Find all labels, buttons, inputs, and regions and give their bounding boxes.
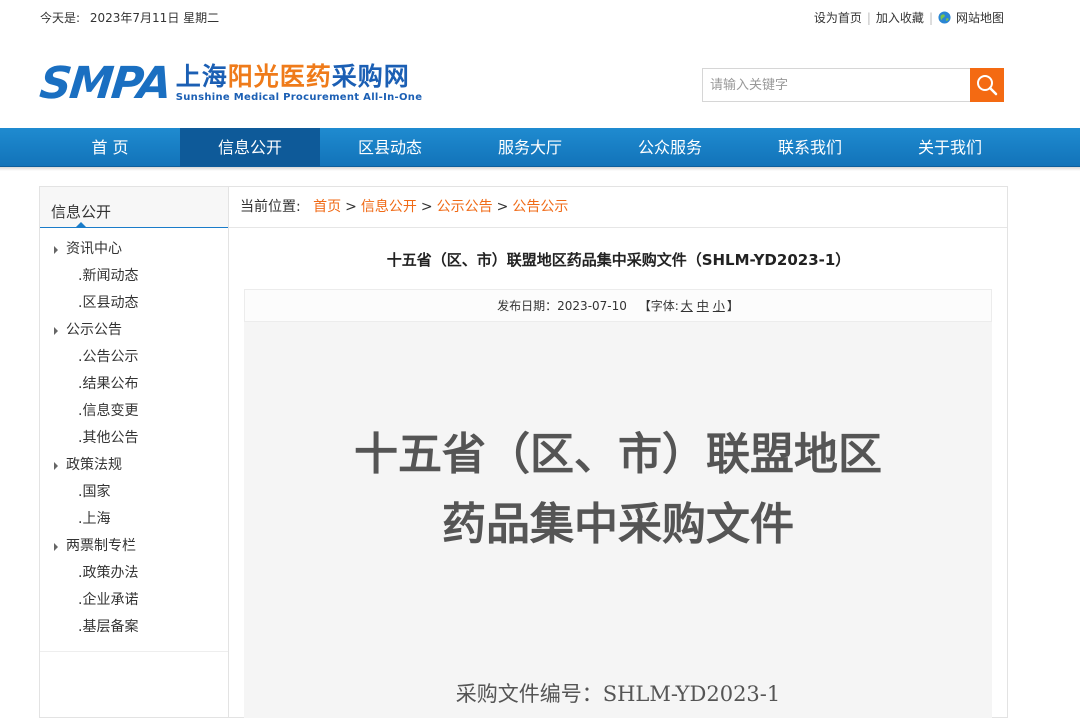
breadcrumb-separator: > — [420, 199, 433, 215]
document-number: 采购文件编号：SHLM-YD2023-1 — [455, 682, 781, 706]
document-title-line-2: 药品集中采购文件 — [442, 499, 794, 550]
search-icon — [977, 75, 998, 96]
sidebar-title: 信息公开 — [51, 203, 112, 221]
content-panel: 当前位置: 首页 > 信息公开 > 公示公告 > 公告公示 十五省（区、市）联盟地区药品集中… — [229, 186, 1008, 718]
current-date: 今天是: 2023年7月11日 星期二 — [40, 9, 219, 26]
logo-cn-3: 采购网 — [331, 62, 410, 91]
sidebar-item-policies[interactable]: 政策法规 — [40, 452, 228, 479]
sidebar-item-label: 两票制专栏 — [66, 538, 136, 554]
publish-date: 2023-07-10 — [557, 299, 627, 313]
sidebar-item-changes[interactable]: .信息变更 — [40, 398, 228, 425]
article-body: 十五省（区、市）联盟地区 药品集中采购文件 采购文件编号：SHLM-YD2023… — [244, 322, 992, 718]
triangle-right-icon — [54, 246, 58, 254]
sidebar-item-two-invoice[interactable]: 两票制专栏 — [40, 533, 228, 560]
breadcrumb-home[interactable]: 首页 — [313, 199, 341, 215]
add-favorite-link[interactable]: 加入收藏 — [876, 9, 924, 26]
sidebar-bottom — [40, 651, 228, 717]
search-box — [702, 68, 1004, 102]
breadcrumb-notices[interactable]: 公告公示 — [512, 199, 568, 215]
breadcrumb-announcements[interactable]: 公示公告 — [437, 199, 493, 215]
logo-cn-1: 上海 — [175, 62, 228, 91]
sitemap-link[interactable]: 网站地图 — [956, 9, 1004, 26]
logo-abbr: SMPA — [37, 58, 173, 109]
caret-up-icon — [76, 222, 86, 227]
sidebar-item-notices[interactable]: .公告公示 — [40, 344, 228, 371]
nav-shadow — [0, 167, 1080, 171]
sidebar-item-label: 政策法规 — [66, 457, 122, 473]
sidebar-menu: 资讯中心 .新闻动态 .区县动态 公示公告 .公告公示 .结果公布 .信息变更 … — [40, 228, 228, 641]
font-size-suffix: 】 — [726, 299, 739, 313]
sidebar-item-label: 资讯中心 — [66, 241, 122, 257]
globe-icon — [938, 11, 951, 24]
sidebar-item-shanghai[interactable]: .上海 — [40, 506, 228, 533]
sidebar: 信息公开 资讯中心 .新闻动态 .区县动态 公示公告 .公告公示 .结果公布 .… — [39, 186, 229, 718]
triangle-right-icon — [54, 462, 58, 470]
nav-home[interactable]: 首 页 — [40, 128, 180, 167]
font-size-medium[interactable]: 中 — [697, 299, 709, 313]
breadcrumb-info-disclosure[interactable]: 信息公开 — [361, 199, 417, 215]
sidebar-item-news-center[interactable]: 资讯中心 — [40, 236, 228, 263]
nav-about-us[interactable]: 关于我们 — [880, 128, 1020, 167]
top-links: 设为首页 | 加入收藏 | 网站地图 — [814, 9, 1004, 26]
nav-contact-us[interactable]: 联系我们 — [740, 128, 880, 167]
font-size-large[interactable]: 大 — [681, 299, 693, 313]
document-title-line-1: 十五省（区、市）联盟地区 — [354, 429, 882, 480]
sidebar-item-results[interactable]: .结果公布 — [40, 371, 228, 398]
triangle-right-icon — [54, 543, 58, 551]
set-homepage-link[interactable]: 设为首页 — [814, 9, 862, 26]
top-bar: 今天是: 2023年7月11日 星期二 设为首页 | 加入收藏 | 网站地图 — [0, 0, 1080, 34]
date-label: 今天是: — [40, 11, 81, 25]
date-value: 2023年7月11日 星期二 — [89, 11, 220, 25]
logo-cn-2: 阳光医药 — [227, 62, 332, 91]
font-size-prefix: 【字体: — [638, 299, 679, 313]
sidebar-item-national[interactable]: .国家 — [40, 479, 228, 506]
breadcrumb-separator: > — [345, 199, 357, 215]
sidebar-header: 信息公开 — [40, 187, 228, 228]
search-button[interactable] — [970, 68, 1004, 102]
sidebar-item-other-notices[interactable]: .其他公告 — [40, 425, 228, 452]
sidebar-item-enterprise-commitment[interactable]: .企业承诺 — [40, 587, 228, 614]
sidebar-item-policy-methods[interactable]: .政策办法 — [40, 560, 228, 587]
article-meta: 发布日期：2023-07-10 【字体: 大中小】 — [244, 289, 992, 322]
main-nav: 首 页 信息公开 区县动态 服务大厅 公众服务 联系我们 关于我们 — [0, 128, 1080, 171]
publish-date-label: 发布日期： — [497, 299, 558, 313]
sidebar-item-announcements[interactable]: 公示公告 — [40, 317, 228, 344]
breadcrumb: 当前位置: 首页 > 信息公开 > 公示公告 > 公告公示 — [229, 187, 1007, 228]
nav-public-service[interactable]: 公众服务 — [600, 128, 740, 167]
header: SMPA 上海阳光医药采购网 Sunshine Medical Procurem… — [0, 34, 1080, 128]
breadcrumb-label: 当前位置: — [240, 199, 301, 215]
sidebar-item-grassroots-filing[interactable]: .基层备案 — [40, 614, 228, 641]
search-input[interactable] — [702, 68, 970, 102]
site-logo[interactable]: SMPA 上海阳光医药采购网 Sunshine Medical Procurem… — [37, 58, 423, 110]
sidebar-item-district-news[interactable]: .区县动态 — [40, 290, 228, 317]
logo-chinese-name: 上海阳光医药采购网 — [176, 62, 423, 92]
divider: | — [866, 10, 871, 25]
article-title: 十五省（区、市）联盟地区药品集中采购文件（SHLM-YD2023-1） — [386, 251, 851, 269]
triangle-right-icon — [54, 327, 58, 335]
nav-info-disclosure[interactable]: 信息公开 — [180, 128, 320, 167]
nav-district-news[interactable]: 区县动态 — [320, 128, 460, 167]
nav-service-hall[interactable]: 服务大厅 — [460, 128, 600, 167]
logo-english-name: Sunshine Medical Procurement All-In-One — [175, 92, 423, 103]
sidebar-item-label: 公示公告 — [66, 322, 122, 338]
breadcrumb-separator: > — [496, 199, 509, 215]
divider: | — [928, 10, 933, 25]
font-size-small[interactable]: 小 — [713, 299, 725, 313]
sidebar-item-news[interactable]: .新闻动态 — [40, 263, 228, 290]
